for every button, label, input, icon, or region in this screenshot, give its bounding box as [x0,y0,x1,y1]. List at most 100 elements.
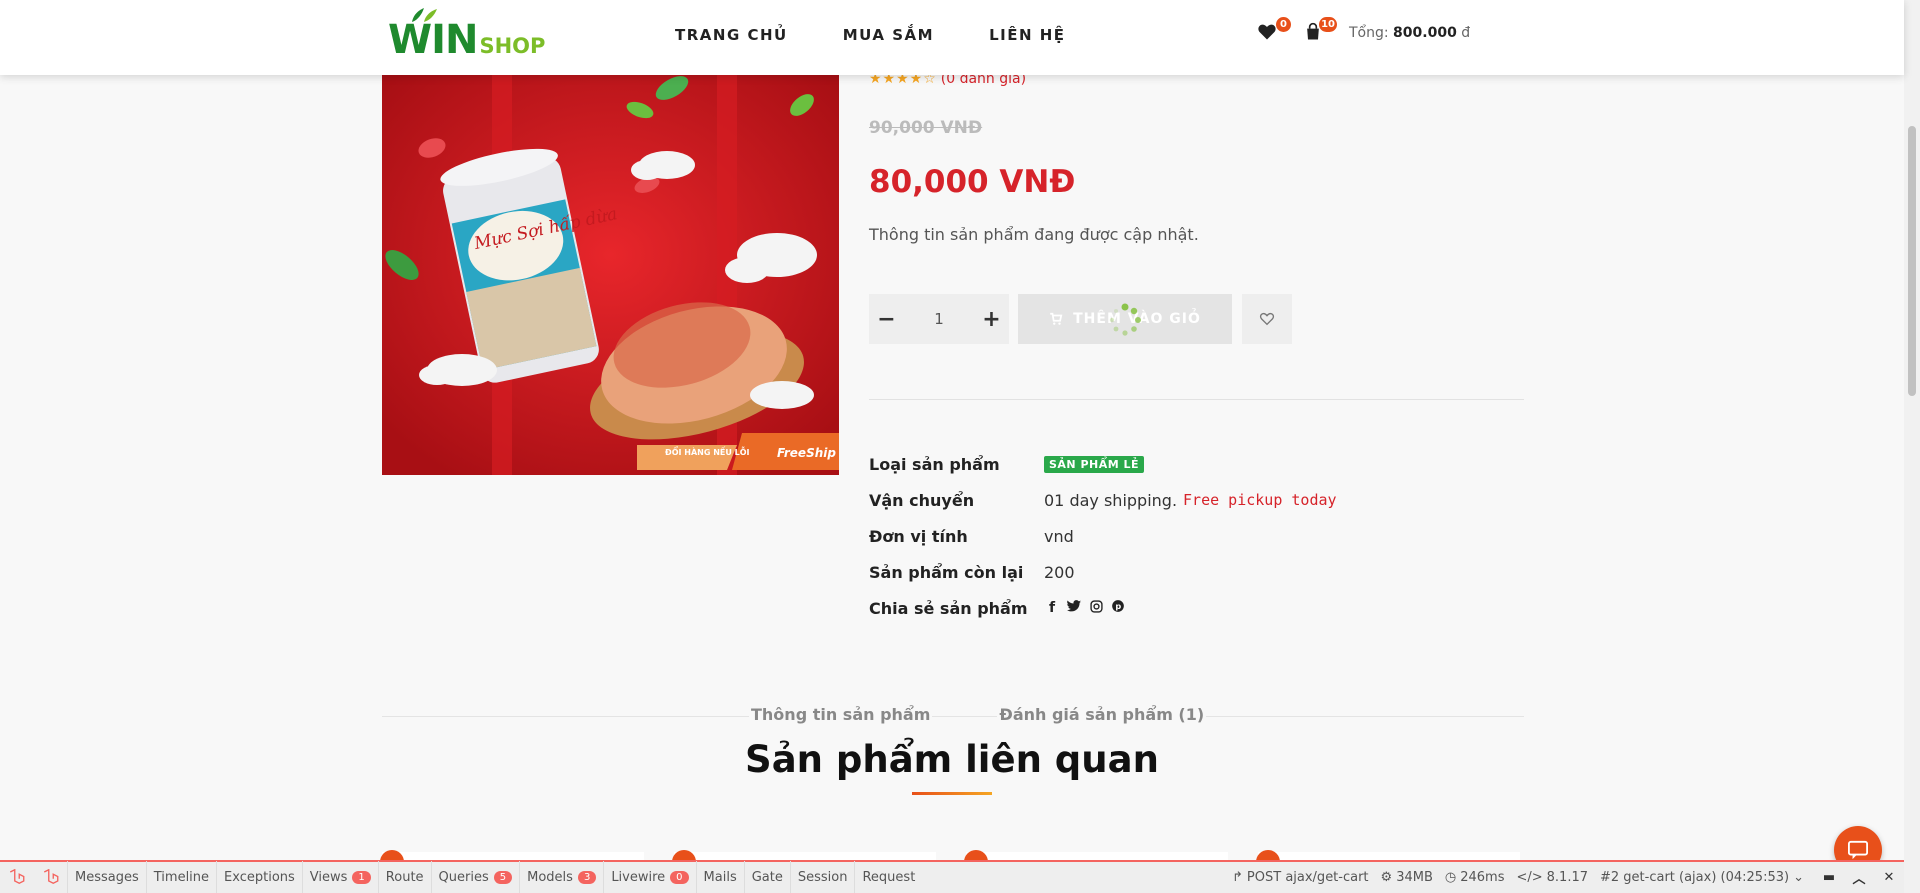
wishlist-button[interactable]: 0 [1257,17,1291,44]
meta-type: Loại sản phẩm SẢN PHẨM LẺ [869,446,1337,482]
twitter-icon[interactable] [1066,600,1082,616]
debug-bar: Messages Timeline Exceptions Views 1 Rout… [0,860,1904,893]
laravel-logo-icon[interactable] [34,861,68,893]
free-pickup-text: Free pickup today [1183,491,1337,509]
debug-tab-label: Route [385,870,424,885]
product-description: Thông tin sản phẩm đang được cập nhật. [869,225,1199,244]
header-actions: 0 10 Tổng: 800.000 đ [1257,17,1471,44]
debug-tab-route[interactable]: Route [379,861,432,893]
pinterest-icon[interactable]: p [1110,599,1126,617]
meta-shipping: Vận chuyển 01 day shipping. Free pickup … [869,482,1337,518]
scrollbar-thumb[interactable] [1908,126,1916,396]
debug-tab-exceptions[interactable]: Exceptions [217,861,303,893]
title-underline [912,792,992,795]
badge-freeship: FreeShip [777,446,836,460]
share-arrow-icon: ↱ [1232,870,1243,885]
nav-home[interactable]: TRANG CHỦ [675,26,788,44]
debug-tab-models[interactable]: Models 3 [520,861,605,893]
page: WIN SHOP TRANG CHỦ MUA SẮM LIÊN HỆ 0 10 … [0,0,1920,893]
meta-unit-label: Đơn vị tính [869,526,968,546]
total-label: Tổng: [1349,25,1389,41]
debug-tab-label: Mails [703,870,737,885]
unit-value: vnd [1044,526,1074,546]
meta-stock: Sản phẩm còn lại 200 [869,554,1337,590]
debug-time: ◷ 246ms [1439,870,1511,885]
heart-icon [1258,24,1276,40]
debug-right: ↱ POST ajax/get-cart ⚙ 34MB ◷ 246ms </> 8.1.… [1226,861,1904,893]
debug-tab-mails[interactable]: Mails [697,861,745,893]
svg-text:p: p [1115,601,1121,611]
stock-value: 200 [1044,562,1075,582]
debug-tab-label: Session [797,870,848,885]
tab-product-info[interactable]: Thông tin sản phẩm [749,705,933,724]
debug-tab-queries[interactable]: Queries 5 [432,861,521,893]
old-price: 90,000 VNĐ [869,118,983,138]
product-meta: Loại sản phẩm SẢN PHẨM LẺ Vận chuyển 01 … [869,446,1337,626]
add-to-wishlist-button[interactable] [1242,294,1292,344]
meta-share-label: Chia sẻ sản phẩm [869,598,1028,618]
logo-win: WIN [388,17,478,63]
debug-php-text: 8.1.17 [1546,870,1588,885]
debug-tab-views[interactable]: Views 1 [303,861,379,893]
debug-tab-session[interactable]: Session [791,861,856,893]
clock-icon: ◷ [1444,870,1457,885]
debug-tab-timeline[interactable]: Timeline [147,861,218,893]
product-image[interactable]: Mực Sợi hấp dừa ĐỔI HÀNG NẾU LỖI FreeShi… [382,75,839,475]
tab-reviews[interactable]: Đánh giá sản phẩm (1) [997,705,1207,724]
debug-count-badge: 3 [577,871,597,884]
heart-outline-icon [1259,312,1275,326]
debug-memory-text: 34MB [1396,870,1433,885]
debug-request-text: POST ajax/get-cart [1246,870,1369,885]
page-scrollbar[interactable] [1904,0,1920,893]
debug-request-select[interactable]: #2 get-cart (ajax) (04:25:53) ⌄ [1594,870,1814,885]
facebook-icon[interactable]: f [1044,600,1060,616]
logo[interactable]: WIN SHOP [388,8,545,63]
meta-type-label: Loại sản phẩm [869,454,1000,474]
cart-button[interactable]: 10 [1303,17,1337,44]
product-type-tag[interactable]: SẢN PHẨM LẺ [1044,455,1145,473]
folder-open-icon[interactable]: ▬ [1814,870,1844,885]
chevron-up-icon[interactable]: ︿ [1844,868,1874,887]
product-tabs: Thông tin sản phẩm Đánh giá sản phẩm (1) [749,705,1207,724]
total-value: 800.000 [1393,25,1457,41]
site-header: WIN SHOP TRANG CHỦ MUA SẮM LIÊN HỆ 0 10 … [0,0,1904,75]
code-icon: </> [1516,870,1543,885]
laravel-logo-icon[interactable] [0,861,34,893]
debug-tab-label: Queries [438,870,489,885]
quantity-input[interactable]: 1 [904,310,974,328]
debug-tab-label: Livewire [611,870,666,885]
plus-icon: + [982,306,1001,332]
minus-icon: − [877,306,896,332]
chevron-down-icon: ⌄ [1793,870,1804,885]
wishlist-count: 0 [1276,17,1291,32]
debug-php: </> 8.1.17 [1510,870,1594,885]
debug-tab-request[interactable]: Request [855,861,922,893]
debug-count-badge: 0 [670,871,689,884]
chat-icon [1848,840,1868,860]
debug-count-badge: 1 [352,871,371,884]
total-currency: đ [1461,25,1471,41]
debug-tab-label: Request [862,870,916,885]
related-title: Sản phẩm liên quan [745,738,1159,781]
debug-request: ↱ POST ajax/get-cart [1226,870,1375,885]
nav-shop[interactable]: MUA SẮM [843,26,934,44]
debug-tab-gate[interactable]: Gate [745,861,791,893]
increase-button[interactable]: + [974,294,1009,344]
debug-tab-label: Timeline [153,870,210,885]
debug-time-text: 246ms [1460,870,1505,885]
instagram-icon[interactable] [1088,599,1104,617]
meta-share: Chia sẻ sản phẩm f p [869,590,1337,626]
nav-contact[interactable]: LIÊN HỆ [989,26,1065,44]
decrease-button[interactable]: − [869,294,904,344]
debug-tab-livewire[interactable]: Livewire 0 [604,861,697,893]
debug-tab-label: Views [309,870,348,885]
cart-icon [1050,312,1063,325]
debug-tab-label: Models [527,870,573,885]
debug-select-value: #2 get-cart (ajax) (04:25:53) [1600,870,1790,885]
debug-tab-messages[interactable]: Messages [68,861,147,893]
debug-tab-label: Exceptions [224,870,295,885]
quantity-stepper: − 1 + [869,294,1009,344]
debug-memory: ⚙ 34MB [1375,870,1439,885]
current-price: 80,000 VNĐ [869,164,1076,200]
close-icon[interactable]: ✕ [1874,870,1904,885]
